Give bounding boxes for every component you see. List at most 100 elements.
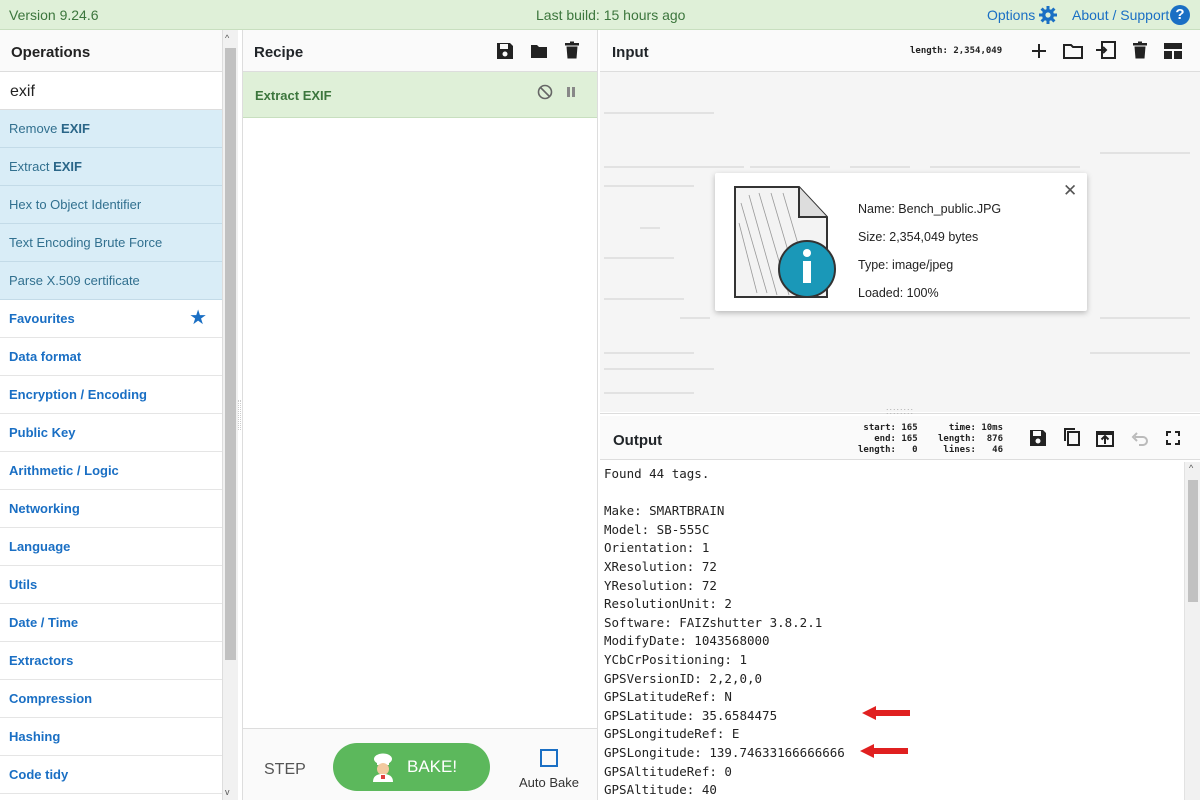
op-extract-exif[interactable]: Extract EXIF [0, 148, 222, 186]
undo-icon[interactable] [1131, 430, 1149, 448]
op-remove-exif[interactable]: Remove EXIF [0, 110, 222, 148]
category-compression[interactable]: Compression [0, 680, 222, 718]
help-icon[interactable]: ? [1170, 5, 1190, 25]
category-networking[interactable]: Networking [0, 490, 222, 528]
output-title: Output [613, 432, 663, 449]
disable-icon[interactable] [537, 84, 553, 100]
step-button[interactable]: STEP [264, 761, 306, 779]
operations-search-input[interactable]: exif [0, 72, 222, 110]
category-public-key[interactable]: Public Key [0, 414, 222, 452]
category-code-tidy[interactable]: Code tidy [0, 756, 222, 794]
file-loaded: Loaded: 100% [858, 286, 939, 300]
category-date-time[interactable]: Date / Time [0, 604, 222, 642]
input-header: Input length: 2,354,049 [600, 30, 1200, 72]
input-length: length: 2,354,049 [910, 46, 1003, 56]
category-extractors[interactable]: Extractors [0, 642, 222, 680]
clear-input-icon[interactable] [1131, 41, 1149, 59]
category-encryption-encoding[interactable]: Encryption / Encoding [0, 376, 222, 414]
auto-bake-label: Auto Bake [519, 775, 579, 790]
recipe-panel: Recipe Extract EXIF STEP BAKE! Auto Bake [242, 30, 598, 800]
output-header: Output start: 165 end: 165 length: 0 tim… [600, 416, 1200, 460]
add-tab-icon[interactable] [1030, 42, 1048, 60]
output-line: Model: SB-555C [604, 521, 710, 537]
output-time-stats: time: 10ms length: 876 lines: 46 [938, 423, 1004, 455]
arrow-left-icon [860, 744, 908, 758]
output-scroll-thumb[interactable] [1188, 480, 1198, 602]
output-line: YCbCrPositioning: 1 [604, 651, 747, 667]
category-language[interactable]: Language [0, 528, 222, 566]
category-utils[interactable]: Utils [0, 566, 222, 604]
operations-title: Operations [0, 30, 238, 72]
output-line: ModifyDate: 1043568000 [604, 633, 770, 649]
last-build-label: Last build: 15 hours ago [536, 7, 686, 23]
star-icon: ★ [189, 307, 207, 329]
chef-icon [373, 753, 393, 782]
file-details-dialog: Name: Bench_public.JPG Size: 2,354,049 b… [715, 173, 1087, 311]
output-line: ResolutionUnit: 2 [604, 596, 732, 612]
file-name: Name: Bench_public.JPG [858, 202, 1002, 216]
output-line: GPSLatitudeRef: N [604, 689, 732, 705]
output-line: Software: FAIZshutter 3.8.2.1 [604, 614, 823, 630]
top-banner: Version 9.24.6 Last build: 15 hours ago … [0, 0, 1200, 30]
op-text-encoding-brute-force[interactable]: Text Encoding Brute Force [0, 224, 222, 262]
file-details: Name: Bench_public.JPG Size: 2,354,049 b… [858, 195, 1001, 307]
options-link[interactable]: Options [987, 7, 1035, 23]
gear-icon[interactable] [1038, 5, 1058, 25]
file-size: Size: 2,354,049 bytes [858, 230, 979, 244]
pause-icon[interactable] [565, 86, 577, 98]
scroll-down-icon[interactable]: v [225, 787, 230, 797]
operations-scrollbar[interactable]: ^ v [222, 30, 238, 800]
output-panel: Output start: 165 end: 165 length: 0 tim… [600, 416, 1200, 800]
output-line: GPSLongitudeRef: E [604, 726, 740, 742]
output-line: GPSAltitudeRef: 0 [604, 763, 732, 779]
input-title: Input [612, 44, 649, 61]
output-scrollbar[interactable]: ^ [1184, 462, 1200, 800]
category-hashing[interactable]: Hashing [0, 718, 222, 756]
file-type: Type: image/jpeg [858, 258, 954, 272]
reset-layout-icon[interactable] [1163, 42, 1183, 60]
bake-label: BAKE! [407, 757, 458, 776]
recipe-title: Recipe [254, 44, 304, 61]
scroll-up-icon[interactable]: ^ [1189, 463, 1193, 473]
file-info-icon [734, 186, 836, 298]
resize-grip-icon[interactable]: :::::::: [886, 406, 914, 416]
about-support-link[interactable]: About / Support [1072, 7, 1169, 23]
output-line: GPSVersionID: 2,2,0,0 [604, 670, 763, 686]
op-parse-x509-certificate[interactable]: Parse X.509 certificate [0, 262, 222, 300]
auto-bake-checkbox[interactable] [540, 749, 558, 767]
category-data-format[interactable]: Data format [0, 338, 222, 376]
output-line: XResolution: 72 [604, 558, 717, 574]
category-arithmetic-logic[interactable]: Arithmetic / Logic [0, 452, 222, 490]
open-folder-icon[interactable] [1063, 42, 1083, 60]
open-file-icon[interactable] [1096, 41, 1116, 59]
save-icon[interactable] [496, 42, 514, 60]
trash-icon[interactable] [563, 41, 581, 59]
save-output-icon[interactable] [1029, 429, 1047, 447]
recipe-header: Recipe [243, 30, 597, 72]
bake-bar: STEP BAKE! Auto Bake [243, 728, 597, 800]
maximise-icon[interactable] [1166, 431, 1180, 445]
output-position-stats: start: 165 end: 165 length: 0 [858, 423, 918, 455]
replace-input-icon[interactable] [1096, 429, 1114, 447]
arrow-left-icon [862, 706, 910, 720]
close-icon[interactable]: ✕ [1063, 181, 1077, 201]
output-line: GPSAltitude: 40 [604, 782, 717, 798]
output-line: YResolution: 72 [604, 577, 717, 593]
panel-resize-handle[interactable] [238, 400, 241, 430]
output-line: Found 44 tags. [604, 466, 710, 481]
output-line: Orientation: 1 [604, 540, 710, 556]
recipe-operation-extract-exif[interactable]: Extract EXIF [243, 72, 597, 118]
operation-name: Extract EXIF [255, 88, 332, 103]
bake-button[interactable]: BAKE! [333, 743, 490, 791]
op-hex-to-object-identifier[interactable]: Hex to Object Identifier [0, 186, 222, 224]
folder-icon[interactable] [530, 42, 548, 60]
version-label: Version 9.24.6 [9, 7, 99, 23]
auto-bake-toggle[interactable]: Auto Bake [519, 749, 579, 790]
operations-list: Remove EXIF Extract EXIF Hex to Object I… [0, 110, 222, 794]
operations-scroll-thumb[interactable] [225, 48, 236, 660]
scroll-up-icon[interactable]: ^ [225, 33, 229, 43]
category-favourites[interactable]: Favourites ★ [0, 300, 222, 338]
copy-icon[interactable] [1063, 428, 1081, 446]
output-line: Make: SMARTBRAIN [604, 503, 725, 519]
